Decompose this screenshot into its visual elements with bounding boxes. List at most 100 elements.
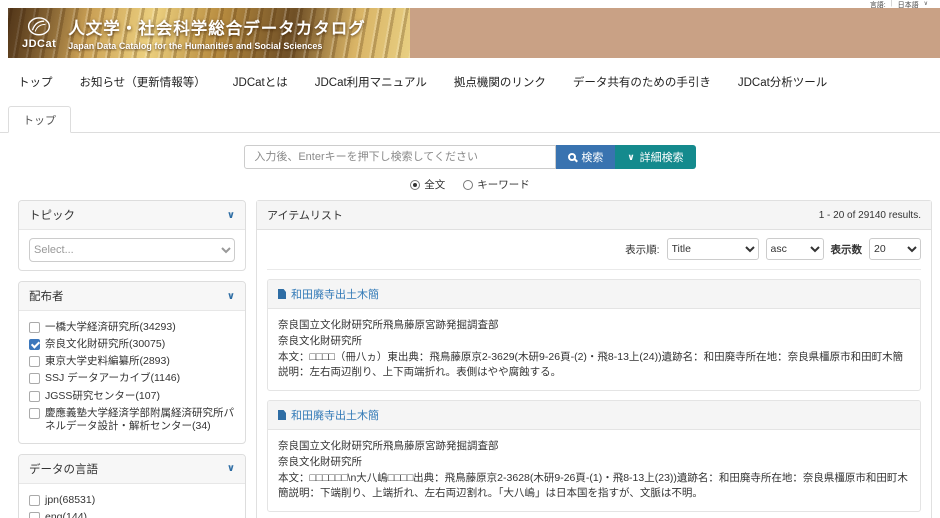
distributor-option[interactable]: 一橋大学経済研究所(34293) [29,319,235,336]
result-org-line: 奈良文化財研究所 [278,455,910,471]
data-language-panel: データの言語 ∨ jpn(68531) eng(144) [18,454,246,518]
language-option[interactable]: jpn(68531) [29,492,235,509]
result-item-body: 奈良国立文化財研究所飛鳥藤原宮跡発掘調査部 奈良文化財研究所 本文：□□□□（冊… [268,309,920,390]
results-count: 1 - 20 of 29140 results. [819,210,921,221]
document-icon [278,289,286,299]
item-list-header: アイテムリスト 1 - 20 of 29140 results. [257,201,931,230]
result-item-header: 和田廃寺出土木簡 [268,401,920,430]
site-title: 人文学・社会科学総合データカタログ [68,15,366,39]
checkbox-label: jpn(68531) [45,494,95,507]
checkbox[interactable] [29,408,40,419]
advanced-search-label: 詳細検索 [640,149,684,165]
search-icon [568,153,576,161]
banner-artwork[interactable]: JDCat 人文学・社会科学総合データカタログ Japan Data Catal… [8,8,410,58]
language-option[interactable]: eng(144) [29,509,235,518]
item-list-title: アイテムリスト [267,207,343,223]
checkbox-label: eng(144) [45,511,87,518]
data-language-panel-header[interactable]: データの言語 ∨ [19,455,245,484]
radio-fulltext[interactable]: 全文 [410,177,445,192]
checkbox-label: 奈良文化財研究所(30075) [45,338,165,351]
checkbox-label: 東京大学史料編纂所(2893) [45,355,170,368]
tab-top[interactable]: トップ [8,106,71,133]
checkbox-label: SSJ データアーカイブ(1146) [45,372,180,385]
search-button-label: 検索 [581,149,603,165]
result-item-title[interactable]: 和田廃寺出土木簡 [291,286,379,302]
data-language-panel-body: jpn(68531) eng(144) [19,484,245,518]
topic-panel-header[interactable]: トピック ∨ [19,201,245,230]
distributor-option[interactable]: 奈良文化財研究所(30075) [29,336,235,353]
nav-item-links[interactable]: 拠点機関のリンク [454,74,546,90]
checkbox[interactable] [29,356,40,367]
result-text: 本文：□□□□（冊八ヵ）東出典：飛鳥藤原京2-3629(木研9-26頁-(2)・… [278,350,910,382]
sort-label: 表示順: [625,242,659,257]
site-banner: JDCat 人文学・社会科学総合データカタログ Japan Data Catal… [8,8,940,58]
distributor-panel-header[interactable]: 配布者 ∨ [19,282,245,311]
language-label: 言語: [870,0,886,8]
data-language-panel-title: データの言語 [29,461,98,477]
checkbox-label: 慶應義塾大学経済学部附属経済研究所パネルデータ設計・解析センター(34) [45,407,235,433]
result-item-body: 奈良国立文化財研究所飛鳥藤原宮跡発掘調査部 奈良文化財研究所 本文：□□□□□□… [268,430,920,511]
content-area: トピック ∨ Select... 配布者 ∨ 一橋大学経済研究所(34293) [18,200,932,518]
nav-item-top[interactable]: トップ [18,74,53,90]
radio-keyword[interactable]: キーワード [463,177,530,192]
checkbox[interactable] [29,322,40,333]
search-mode-options: 全文 キーワード [0,177,940,192]
per-page-select[interactable]: 20 [869,238,921,260]
result-text: 本文：□□□□□□\n大八嶋□□□□出典：飛鳥藤原京2-3628(木研9-26頁… [278,471,910,503]
radio-keyword-control[interactable] [463,180,473,190]
divider: | [891,0,893,7]
per-page-label: 表示数 [831,242,863,257]
nav-item-guide[interactable]: データ共有のための手引き [573,74,711,90]
distributor-option[interactable]: 慶應義塾大学経済学部附属経済研究所パネルデータ設計・解析センター(34) [29,405,235,435]
document-icon [278,410,286,420]
list-controls: 表示順: Title asc 表示数 20 [267,238,921,270]
distributor-panel: 配布者 ∨ 一橋大学経済研究所(34293) 奈良文化財研究所(30075) 東… [18,281,246,444]
nav-item-news[interactable]: お知らせ（更新情報等） [80,74,206,90]
advanced-search-button[interactable]: ∨ 詳細検索 [615,145,695,169]
jdcat-logo-icon [26,16,52,38]
checkbox[interactable] [29,373,40,384]
distributor-panel-title: 配布者 [29,288,64,304]
filter-sidebar: トピック ∨ Select... 配布者 ∨ 一橋大学経済研究所(34293) [18,200,246,518]
topic-select[interactable]: Select... [29,238,235,262]
checkbox[interactable] [29,512,40,518]
result-org-line: 奈良文化財研究所 [278,334,910,350]
topic-panel-body: Select... [19,230,245,270]
search-button[interactable]: 検索 [556,145,615,169]
distributor-panel-body: 一橋大学経済研究所(34293) 奈良文化財研究所(30075) 東京大学史料編… [19,311,245,443]
nav-item-about[interactable]: JDCatとは [233,74,288,90]
language-selector[interactable]: 日本語 [898,0,919,8]
item-list-body: 表示順: Title asc 表示数 20 和田廃寺出土木簡 [257,230,931,518]
sort-field-select[interactable]: Title [667,238,759,260]
sort-order-select[interactable]: asc [766,238,824,260]
jdcat-logo-text: JDCat [22,38,56,50]
result-item-header: 和田廃寺出土木簡 [268,280,920,309]
chevron-down-icon: ∨ [627,152,634,163]
chevron-down-icon: ∨ [227,210,235,221]
checkbox[interactable] [29,339,40,350]
nav-item-tools[interactable]: JDCat分析ツール [738,74,827,90]
checkbox-label: 一橋大学経済研究所(34293) [45,321,176,334]
banner-titles: 人文学・社会科学総合データカタログ Japan Data Catalog for… [68,15,366,51]
result-item: 和田廃寺出土木簡 奈良国立文化財研究所飛鳥藤原宮跡発掘調査部 奈良文化財研究所 … [267,400,921,512]
search-input[interactable] [244,145,556,169]
result-org-line: 奈良国立文化財研究所飛鳥藤原宮跡発掘調査部 [278,439,910,455]
site-subtitle: Japan Data Catalog for the Humanities an… [68,41,366,51]
main-nav: トップ お知らせ（更新情報等） JDCatとは JDCat利用マニュアル 拠点機… [18,74,940,90]
result-item-title[interactable]: 和田廃寺出土木簡 [291,407,379,423]
checkbox[interactable] [29,495,40,506]
radio-fulltext-control[interactable] [410,180,420,190]
distributor-option[interactable]: 東京大学史料編纂所(2893) [29,353,235,370]
distributor-option[interactable]: JGSS研究センター(107) [29,388,235,405]
result-org-line: 奈良国立文化財研究所飛鳥藤原宮跡発掘調査部 [278,318,910,334]
checkbox[interactable] [29,391,40,402]
radio-fulltext-label: 全文 [424,177,445,192]
distributor-option[interactable]: SSJ データアーカイブ(1146) [29,370,235,387]
result-item: 和田廃寺出土木簡 奈良国立文化財研究所飛鳥藤原宮跡発掘調査部 奈良文化財研究所 … [267,279,921,391]
top-utility-bar: 言語: | 日本語 ∨ [0,0,940,8]
jdcat-logo: JDCat [22,16,56,50]
topic-panel: トピック ∨ Select... [18,200,246,271]
nav-item-manual[interactable]: JDCat利用マニュアル [315,74,427,90]
radio-keyword-label: キーワード [477,177,530,192]
search-area: 検索 ∨ 詳細検索 [0,145,940,169]
